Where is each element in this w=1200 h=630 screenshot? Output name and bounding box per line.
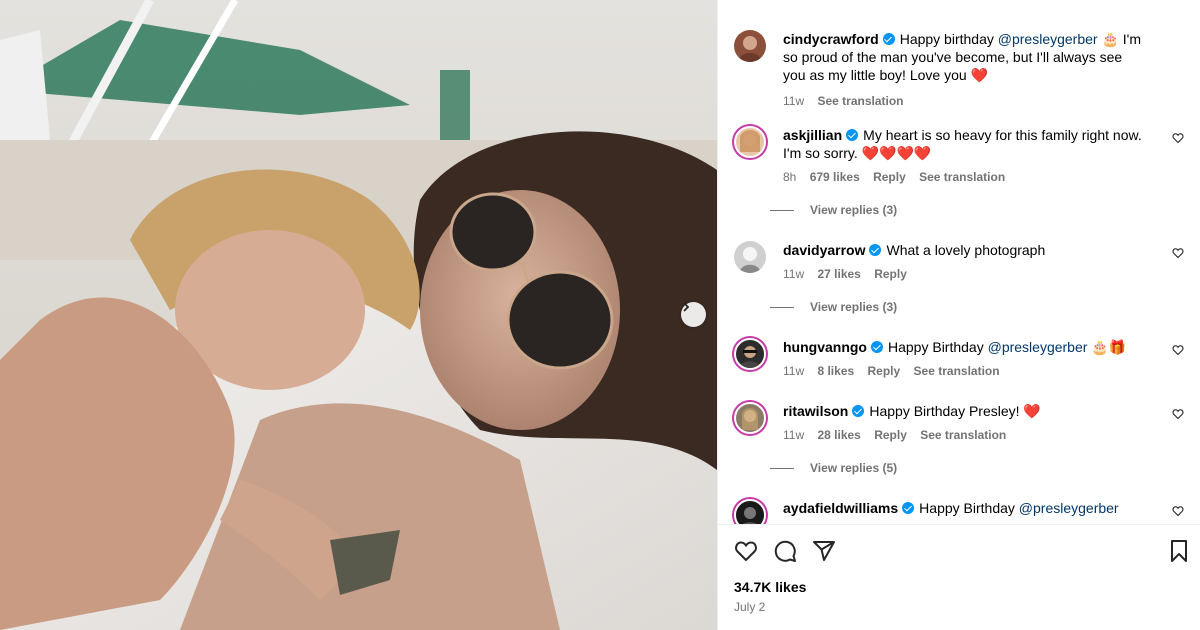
like-comment-heart-icon[interactable] (1172, 408, 1184, 420)
comment-username[interactable]: cindycrawford (783, 31, 879, 47)
comment-time: 11w (783, 428, 805, 442)
comment-time: 11w (783, 94, 805, 108)
comment-text: Happy Birthday (888, 339, 988, 355)
verified-icon (869, 244, 882, 256)
comment-username[interactable]: ritawilson (783, 403, 848, 419)
heart-icon[interactable] (734, 539, 758, 563)
comment-username[interactable]: aydafieldwilliams (783, 500, 898, 516)
like-comment-heart-icon[interactable] (1172, 505, 1184, 517)
comment-text-after: 🎂🎁 (1087, 339, 1127, 355)
mention-link[interactable]: @presleygerber (988, 339, 1088, 355)
like-comment-heart-icon[interactable] (1172, 247, 1184, 259)
comment-username[interactable]: davidyarrow (783, 242, 865, 258)
post-date: July 2 (734, 600, 766, 614)
like-comment-heart-icon[interactable] (1172, 132, 1184, 144)
photo-illustration (0, 0, 717, 630)
avatar[interactable] (734, 30, 766, 62)
verified-icon (902, 502, 915, 514)
comment-text: Happy Birthday Presley! ❤️ (869, 403, 1041, 419)
see-translation-link[interactable]: See translation (920, 428, 1006, 442)
share-icon[interactable] (812, 539, 836, 563)
comment-likes[interactable]: 27 likes (817, 267, 860, 281)
avatar-image (742, 507, 758, 524)
avatar-image (739, 346, 761, 368)
mention-link[interactable]: @presleygerber (1019, 500, 1119, 516)
verified-icon (846, 129, 859, 141)
chevron-right-icon (683, 302, 690, 312)
comment-body: aydafieldwilliams Happy Birthday @presley… (783, 499, 1143, 517)
comment-time: 11w (783, 364, 805, 378)
comments-list[interactable]: cindycrawford Happy birthday @presleygerb… (718, 0, 1200, 524)
comment-icon[interactable] (773, 539, 797, 563)
avatar-image (740, 130, 760, 152)
comment-meta: 8h 679 likes Reply See translation (783, 170, 1143, 184)
comments-panel: cindycrawford Happy birthday @presleygerb… (717, 0, 1200, 630)
view-replies-button[interactable]: View replies (3) (770, 300, 897, 314)
post-photo (0, 0, 717, 630)
comment-time: 8h (783, 170, 797, 184)
comment-username[interactable]: hungvanngo (783, 339, 867, 355)
comment-meta: 11w 27 likes Reply (783, 267, 1143, 281)
see-translation-link[interactable]: See translation (817, 94, 903, 108)
verified-icon (852, 405, 865, 417)
comment-text: What a lovely photograph (886, 242, 1046, 258)
view-replies-button[interactable]: View replies (5) (770, 461, 897, 475)
comment-body: davidyarrow What a lovely photograph 11w … (783, 241, 1143, 281)
comment-body: askjillian My heart is so heavy for this … (783, 126, 1143, 184)
reply-button[interactable]: Reply (874, 428, 907, 442)
comment-text: Happy birthday (899, 31, 998, 47)
comment-meta: 11w 8 likes Reply See translation (783, 364, 1143, 378)
comment-body: cindycrawford Happy birthday @presleygerb… (783, 30, 1143, 108)
comment-time: 11w (783, 267, 805, 281)
like-comment-heart-icon[interactable] (1172, 344, 1184, 356)
avatar[interactable] (734, 126, 766, 158)
verified-icon (882, 33, 895, 45)
avatar[interactable] (734, 499, 766, 524)
reply-button[interactable]: Reply (868, 364, 901, 378)
bookmark-icon[interactable] (1167, 539, 1191, 563)
carousel-next-button[interactable] (681, 302, 706, 327)
reply-button[interactable]: Reply (874, 267, 907, 281)
verified-icon (871, 341, 883, 353)
avatar[interactable] (734, 402, 766, 434)
avatar-image (739, 247, 761, 273)
mention-link[interactable]: @presleygerber (998, 31, 1098, 47)
comment-meta: 11w See translation (783, 94, 1143, 108)
likes-count[interactable]: 34.7K likes (734, 579, 806, 595)
comment-likes[interactable]: 679 likes (810, 170, 860, 184)
comment-meta: 11w 28 likes Reply See translation (783, 428, 1143, 442)
comment-body: ritawilson Happy Birthday Presley! ❤️ 11w… (783, 402, 1143, 442)
see-translation-link[interactable]: See translation (914, 364, 1000, 378)
comment-text: Happy Birthday (919, 500, 1019, 516)
comment-username[interactable]: askjillian (783, 127, 842, 143)
comment-likes[interactable]: 8 likes (817, 364, 854, 378)
see-translation-link[interactable]: See translation (919, 170, 1005, 184)
post-actions: 34.7K likes July 2 (718, 524, 1200, 630)
avatar[interactable] (734, 338, 766, 370)
comment-body: hungvanngo Happy Birthday @presleygerber … (783, 338, 1143, 378)
comment-likes[interactable]: 28 likes (817, 428, 860, 442)
avatar[interactable] (734, 241, 766, 273)
avatar-image (742, 408, 758, 430)
avatar-image (738, 36, 762, 62)
view-replies-button[interactable]: View replies (3) (770, 203, 897, 217)
reply-button[interactable]: Reply (873, 170, 906, 184)
